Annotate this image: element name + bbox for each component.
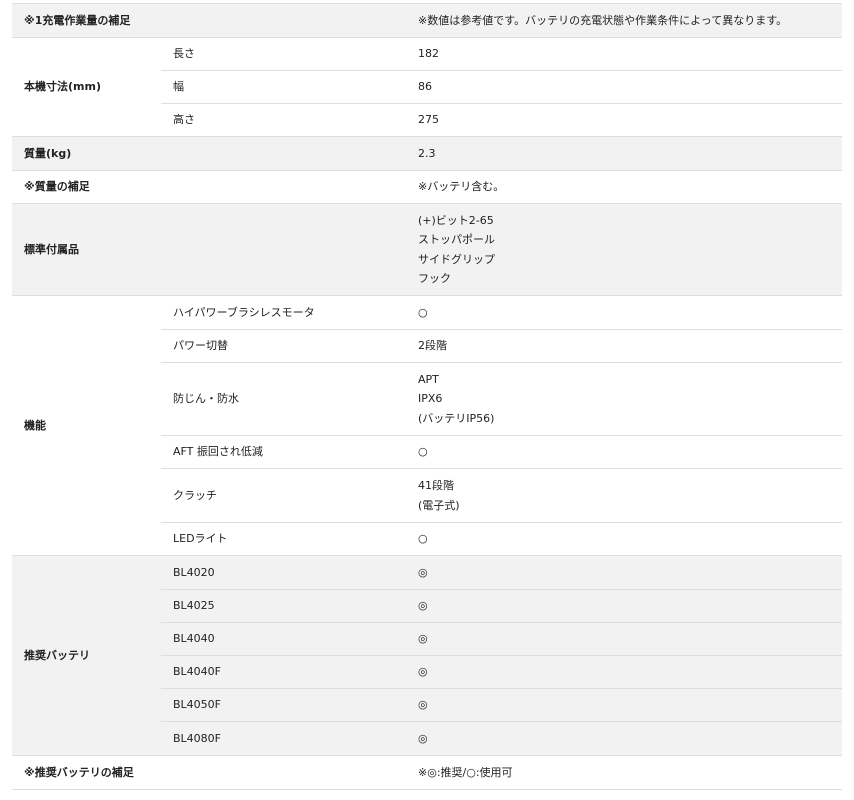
spec-value: ※◎:推奨/○:使用可 — [418, 765, 513, 779]
row-divider — [161, 103, 842, 104]
spec-value: ※数値は参考値です。バッテリの充電状態や作業条件によって異なります。 — [418, 13, 788, 27]
row-divider — [161, 655, 842, 656]
spec-value: APT IPX6 (バッテリIP56) — [418, 363, 494, 435]
spec-label: 標準付属品 — [24, 242, 79, 256]
spec-group-label: 推奨バッテリ — [24, 648, 90, 662]
double-circle-mark: ◎ — [418, 632, 428, 646]
double-circle-mark: ◎ — [418, 599, 428, 613]
spec-value-line: (電子式) — [418, 498, 460, 512]
row-divider — [161, 70, 842, 71]
row-divider — [161, 721, 842, 722]
spec-value: 41段階 (電子式) — [418, 469, 460, 522]
battery-model: BL4020 — [173, 565, 215, 579]
accessory-item: (+)ビット2-65 — [418, 213, 494, 227]
spec-value: ※バッテリ含む。 — [418, 180, 505, 194]
row-divider — [161, 522, 842, 523]
row-divider — [161, 362, 842, 363]
battery-model: BL4040 — [173, 632, 215, 646]
spec-value: 2.3 — [418, 146, 436, 160]
spec-group-label: 本機寸法(mm) — [24, 79, 101, 93]
battery-model: BL4040F — [173, 665, 221, 679]
spec-group-dimensions: 本機寸法(mm) 長さ 182 幅 86 高さ 275 — [12, 37, 842, 137]
row-divider — [161, 468, 842, 469]
spec-value-line: (バッテリIP56) — [418, 411, 495, 425]
row-divider — [161, 329, 842, 330]
spec-sub-label: LEDライト — [173, 532, 228, 546]
battery-model: BL4025 — [173, 599, 215, 613]
spec-value: 275 — [418, 113, 439, 127]
spec-value-line: APT — [418, 372, 439, 386]
double-circle-mark: ◎ — [418, 665, 428, 679]
spec-value: ○ — [418, 523, 428, 555]
spec-sub-label: 長さ — [173, 46, 195, 60]
spec-sub-label: パワー切替 — [173, 339, 228, 353]
accessory-item: サイドグリップ — [418, 252, 495, 266]
spec-sub-label: 防じん・防水 — [173, 392, 239, 406]
spec-label: ※1充電作業量の補足 — [24, 13, 131, 27]
double-circle-mark: ◎ — [418, 565, 428, 579]
spec-row-mass-note: ※質量の補足 ※バッテリ含む。 — [12, 171, 842, 204]
accessory-item: ストッパポール — [418, 233, 495, 246]
accessory-list: (+)ビット2-65 ストッパポール サイドグリップ フック — [418, 204, 495, 295]
spec-group-batteries: 推奨バッテリ BL4020 ◎ BL4025 ◎ BL4040 ◎ BL4040… — [12, 556, 842, 756]
spec-label: 質量(kg) — [24, 146, 72, 160]
spec-value-line: IPX6 — [418, 392, 443, 406]
spec-label: ※推奨バッテリの補足 — [24, 765, 134, 779]
spec-value: ○ — [418, 296, 428, 329]
spec-sub-label: 高さ — [173, 113, 195, 127]
spec-group-functions: 機能 ハイパワーブラシレスモータ ○ パワー切替 2段階 防じん・防水 APT … — [12, 296, 842, 556]
spec-value-line: 2段階 — [418, 339, 447, 353]
spec-sub-label: ハイパワーブラシレスモータ — [173, 305, 315, 319]
circle-mark: ○ — [418, 445, 428, 459]
spec-group-label: 機能 — [24, 418, 46, 432]
spec-value: 182 — [418, 46, 439, 60]
spec-value: 86 — [418, 80, 432, 94]
row-divider — [161, 688, 842, 689]
spec-value-line: 41段階 — [418, 479, 454, 492]
spec-row-battery-note: ※推奨バッテリの補足 ※◎:推奨/○:使用可 — [12, 756, 842, 790]
battery-model: BL4050F — [173, 698, 221, 712]
row-divider — [161, 622, 842, 623]
spec-row-charge-note: ※1充電作業量の補足 ※数値は参考値です。バッテリの充電状態や作業条件によって異… — [12, 3, 842, 38]
double-circle-mark: ◎ — [418, 731, 428, 745]
spec-sub-label: AFT 振回され低減 — [173, 445, 263, 459]
spec-value: ○ — [418, 436, 428, 468]
accessory-item: フック — [418, 272, 451, 285]
circle-mark: ○ — [418, 305, 428, 319]
circle-mark: ○ — [418, 532, 428, 546]
battery-model: BL4080F — [173, 731, 221, 745]
spec-label: ※質量の補足 — [24, 180, 90, 194]
spec-table: ※1充電作業量の補足 ※数値は参考値です。バッテリの充電状態や作業条件によって異… — [0, 0, 854, 800]
row-divider — [161, 589, 842, 590]
row-divider — [161, 435, 842, 436]
double-circle-mark: ◎ — [418, 698, 428, 712]
spec-row-accessories: 標準付属品 (+)ビット2-65 ストッパポール サイドグリップ フック — [12, 204, 842, 296]
spec-value: 2段階 — [418, 330, 447, 362]
spec-sub-label: 幅 — [173, 80, 184, 94]
spec-row-mass: 質量(kg) 2.3 — [12, 137, 842, 171]
spec-sub-label: クラッチ — [173, 488, 217, 502]
